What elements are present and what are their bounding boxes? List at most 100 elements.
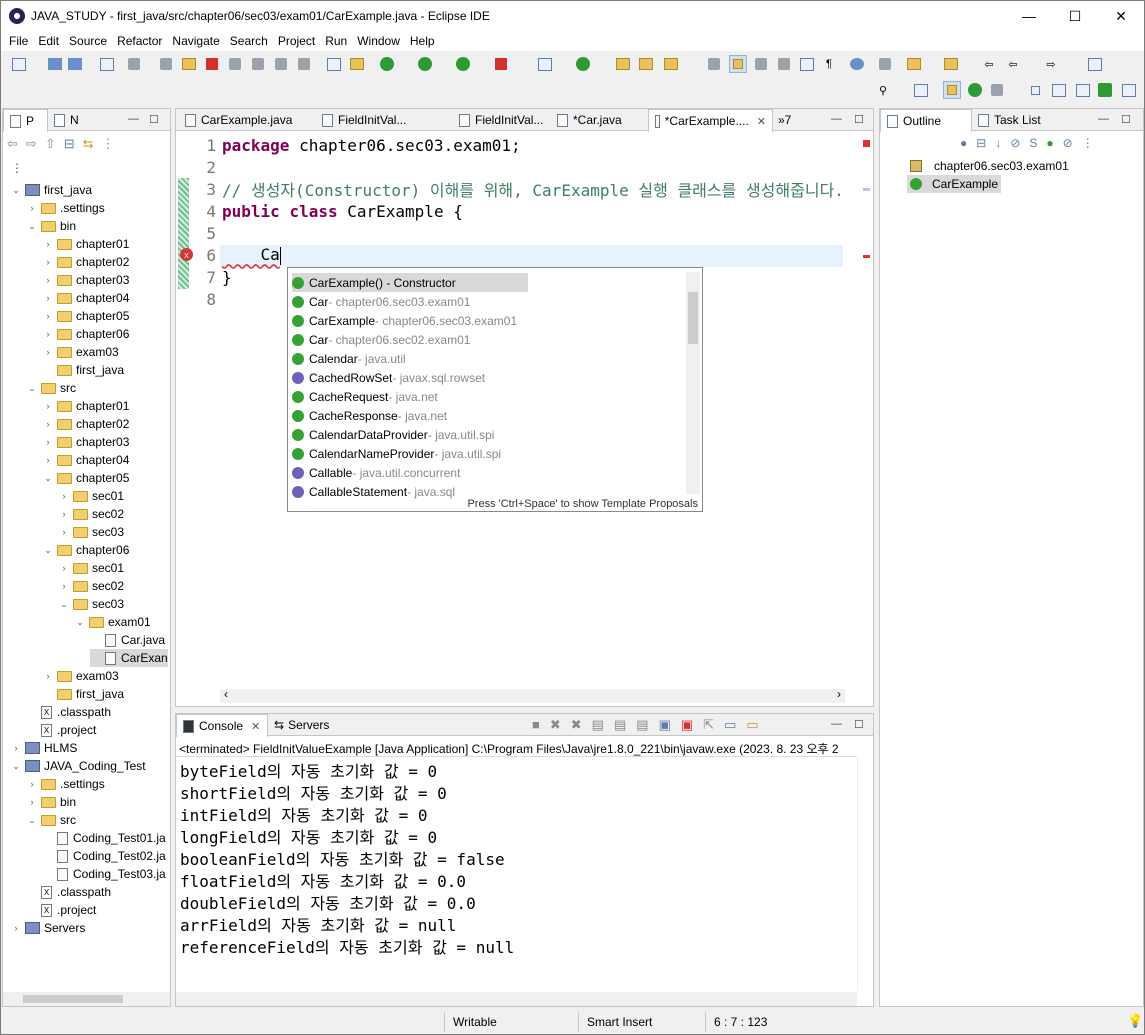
terminate-console-icon[interactable]: ■ — [532, 717, 540, 733]
menu-project[interactable]: Project — [273, 34, 320, 48]
expand-icon[interactable]: › — [42, 671, 54, 681]
tree-item[interactable]: Coding_Test01.ja — [42, 829, 166, 847]
collapse-icon[interactable]: ⌄ — [74, 617, 86, 628]
terminate-icon[interactable] — [204, 56, 220, 72]
menu-source[interactable]: Source — [64, 34, 112, 48]
tree-item[interactable]: ⌄ bin — [26, 217, 76, 235]
console-vscrollbar[interactable] — [857, 758, 871, 991]
annotation-icon[interactable] — [706, 56, 722, 72]
completion-item[interactable]: CarExample() - Constructor — [292, 273, 528, 292]
open-console-icon[interactable] — [326, 56, 342, 72]
menu-help[interactable]: Help — [405, 34, 440, 48]
code-line[interactable]: 2 — [176, 156, 222, 178]
expand-icon[interactable]: › — [26, 203, 38, 213]
tree-item[interactable]: › .settings — [26, 775, 105, 793]
explorer-hscrollbar[interactable] — [3, 992, 170, 1006]
tree-item[interactable]: › chapter04 — [42, 451, 130, 469]
pin-console-icon[interactable]: ⇱ — [703, 717, 714, 733]
tab-outline[interactable]: Outline — [880, 109, 972, 132]
tree-item[interactable]: › chapter01 — [42, 235, 130, 253]
editor-tab[interactable]: *CarExample.... ✕ — [648, 109, 773, 132]
code-line[interactable]: 4 public class CarExample { — [176, 200, 462, 222]
menu-search[interactable]: Search — [225, 34, 273, 48]
code-line[interactable]: 6 Ca — [176, 244, 281, 266]
tab-task-list[interactable]: Task List — [972, 109, 1047, 131]
word-wrap-icon[interactable]: ▤ — [636, 717, 648, 733]
toggle-block-icon[interactable] — [753, 56, 769, 72]
expand-icon[interactable]: › — [42, 293, 54, 303]
expand-icon[interactable]: › — [42, 437, 54, 447]
scroll-right-icon[interactable]: › — [837, 687, 841, 701]
tree-item[interactable]: X .classpath — [26, 703, 111, 721]
expand-icon[interactable]: › — [10, 743, 22, 753]
step-over-icon[interactable] — [273, 56, 289, 72]
collapse-icon[interactable]: ⌄ — [42, 473, 54, 484]
completion-item[interactable]: CacheRequest - java.net — [292, 387, 438, 406]
filter-icon[interactable]: ⋮ — [102, 136, 115, 152]
collapse-icon[interactable]: ⌄ — [42, 545, 54, 556]
completion-item[interactable]: CachedRowSet - javax.sql.rowset — [292, 368, 485, 387]
editor-vscrollbar[interactable] — [844, 139, 858, 690]
hide-local-types-icon[interactable]: ⊘ — [1063, 136, 1073, 150]
step-into-icon[interactable] — [250, 56, 266, 72]
tree-item[interactable]: › chapter04 — [42, 289, 130, 307]
expand-icon[interactable]: › — [26, 797, 38, 807]
toggle-mark-icon[interactable] — [349, 56, 365, 72]
git-perspective-icon[interactable] — [989, 82, 1005, 98]
step-return-icon[interactable] — [296, 56, 312, 72]
completion-item[interactable]: CarExample - chapter06.sec03.exam01 — [292, 311, 517, 330]
collapse-all-outline-icon[interactable]: ⊟ — [976, 136, 986, 150]
external-tools-icon[interactable] — [493, 56, 509, 72]
popup-scroll-thumb[interactable] — [688, 292, 698, 344]
code-line[interactable]: 5 — [176, 222, 222, 244]
next-annotation-icon[interactable] — [877, 56, 893, 72]
tree-item[interactable]: › exam03 — [42, 343, 119, 361]
debug-perspective-icon[interactable] — [967, 82, 983, 98]
sort-icon[interactable]: ↓ — [995, 136, 1001, 150]
tree-item[interactable]: › sec03 — [58, 523, 125, 541]
save-all-icon[interactable] — [67, 56, 83, 72]
menu-navigate[interactable]: Navigate — [167, 34, 224, 48]
display-console-icon[interactable]: ▭ — [724, 717, 736, 733]
quick-access-search-icon[interactable]: ⚲ — [875, 82, 891, 98]
expand-icon[interactable]: › — [58, 491, 70, 501]
tree-item[interactable]: › chapter06 — [42, 325, 130, 343]
tree-item[interactable]: ⌄ src — [26, 379, 76, 397]
show-stdout-icon[interactable]: ▣ — [659, 717, 671, 733]
show-whitespace-icon[interactable] — [799, 56, 815, 72]
overview-error-line-mark[interactable] — [863, 255, 870, 258]
tree-item[interactable]: X .project — [26, 721, 96, 739]
tree-item[interactable]: › chapter02 — [42, 415, 130, 433]
pin-editor-icon[interactable] — [1087, 56, 1103, 72]
outline-menu-icon[interactable]: ⋮ — [1082, 136, 1094, 150]
tab-package-explorer[interactable]: P — [3, 109, 48, 132]
toggle-word-wrap-icon[interactable] — [776, 56, 792, 72]
completion-item[interactable]: CalendarDataProvider - java.util.spi — [292, 425, 494, 444]
java-perspective-icon[interactable] — [943, 81, 961, 99]
hide-non-public-icon[interactable]: ● — [960, 136, 967, 150]
tree-item[interactable]: › chapter03 — [42, 433, 130, 451]
code-line[interactable]: 1 package chapter06.sec03.exam01; — [176, 134, 520, 156]
open-console-menu-icon[interactable]: ▭ — [746, 717, 758, 733]
search-icon[interactable] — [663, 56, 679, 72]
expand-icon[interactable]: › — [42, 239, 54, 249]
tree-item[interactable]: X .project — [26, 901, 96, 919]
suspend-icon[interactable] — [181, 56, 197, 72]
expand-icon[interactable]: › — [42, 347, 54, 357]
show-stderr-icon[interactable]: ▣ — [681, 717, 693, 733]
tree-item[interactable]: ⌄ chapter06 — [42, 541, 129, 559]
last-edit-icon[interactable]: ⇦ — [981, 56, 997, 72]
tree-item[interactable]: ⌄ src — [26, 811, 76, 829]
tab-console[interactable]: Console ✕ — [176, 714, 268, 737]
expand-icon[interactable]: › — [42, 455, 54, 465]
tree-item[interactable]: first_java — [42, 361, 124, 379]
editor-tab[interactable]: *Car.java — [551, 109, 648, 131]
tree-item[interactable]: ⌄ JAVA_Coding_Test — [10, 757, 145, 775]
expand-icon[interactable]: › — [42, 401, 54, 411]
editor-maximize-icon[interactable]: ☐ — [854, 113, 864, 126]
disconnect-icon[interactable] — [227, 56, 243, 72]
tree-item[interactable]: › sec01 — [58, 487, 125, 505]
scroll-left-icon[interactable]: ‹ — [224, 687, 228, 701]
tip-bulb-icon[interactable]: 💡 — [1127, 1013, 1143, 1029]
maximize-view-icon[interactable]: ☐ — [149, 113, 159, 126]
